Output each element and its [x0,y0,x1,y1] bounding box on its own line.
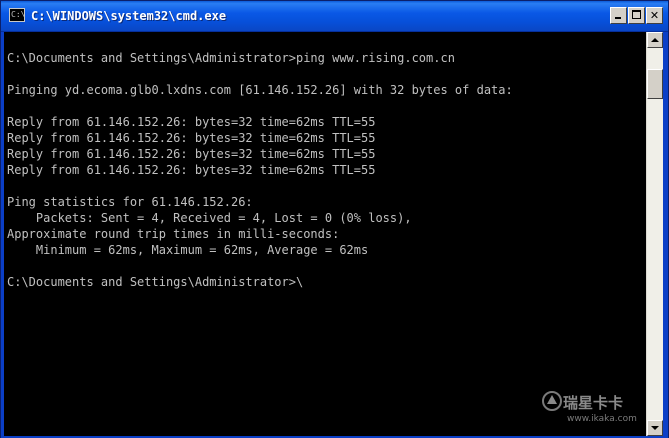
console-output[interactable]: C:\Documents and Settings\Administrator>… [4,32,646,436]
rising-lion-logo-icon [542,391,562,411]
cmd-icon-glyph: C:\ [11,10,26,19]
close-button[interactable]: ✕ [646,7,663,24]
console-line: Pinging yd.ecoma.glb0.lxdns.com [61.146.… [7,83,513,97]
cmd-window: C:\ C:\WINDOWS\system32\cmd.exe ✕ C:\Doc… [0,0,669,438]
console-line: Approximate round trip times in milli-se… [7,227,340,241]
watermark-url: www.ikaka.com [567,414,637,424]
maximize-button[interactable] [628,7,645,24]
close-icon: ✕ [649,9,660,22]
watermark: 瑞星卡卡 www.ikaka.com [541,386,661,432]
console-line: Reply from 61.146.152.26: bytes=32 time=… [7,115,376,129]
minimize-icon [615,17,621,19]
vertical-scrollbar[interactable] [646,32,663,436]
scroll-up-button[interactable] [647,32,663,48]
console-line: Reply from 61.146.152.26: bytes=32 time=… [7,131,376,145]
scrollbar-thumb[interactable] [647,69,663,99]
window-title: C:\WINDOWS\system32\cmd.exe [31,9,227,23]
scroll-up-arrow-icon [651,38,659,42]
window-frame-right [663,32,668,437]
console-line: Reply from 61.146.152.26: bytes=32 time=… [7,147,376,161]
watermark-brand: 瑞星卡卡 [563,394,624,412]
maximize-icon [632,10,641,19]
console-line: Reply from 61.146.152.26: bytes=32 time=… [7,163,376,177]
console-line: Packets: Sent = 4, Received = 4, Lost = … [7,211,412,225]
title-bar[interactable]: C:\ C:\WINDOWS\system32\cmd.exe ✕ [1,1,668,32]
console-line: C:\Documents and Settings\Administrator>… [7,51,455,65]
console-line: C:\Documents and Settings\Administrator>… [7,275,304,289]
console-line: Minimum = 62ms, Maximum = 62ms, Average … [7,243,369,257]
minimize-button[interactable] [610,7,627,24]
console-line: Ping statistics for 61.146.152.26: [7,195,253,209]
cmd-icon[interactable]: C:\ [9,8,25,22]
